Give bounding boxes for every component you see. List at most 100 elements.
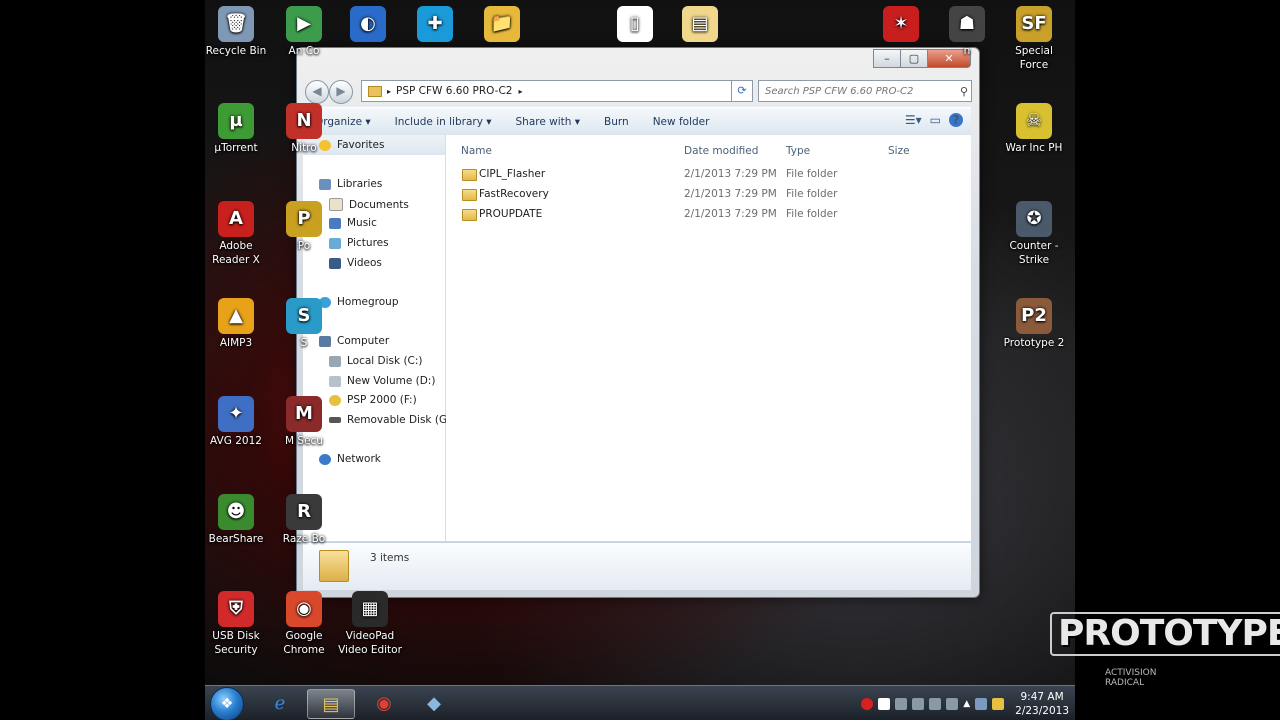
nav-network[interactable]: Network — [319, 453, 381, 465]
help-icon[interactable]: ? — [949, 113, 963, 127]
taskbar-app[interactable]: ◆ — [411, 689, 457, 717]
explorer-window[interactable]: – ▢ ✕ ◀ ▶ ▸ PSP CFW 6.60 PRO-C2 ▸ ▼ ⟳ ⚲ … — [296, 47, 980, 598]
flag-icon[interactable] — [992, 697, 1005, 710]
search-input[interactable] — [759, 84, 957, 98]
desktop-icon-col2-4[interactable]: M M Secu — [272, 396, 336, 448]
nav-pictures[interactable]: Pictures — [329, 237, 389, 249]
burn-button[interactable]: Burn — [592, 116, 641, 128]
start-button[interactable]: ❖ — [210, 687, 244, 720]
desktop-icon-col2-2[interactable]: P Po — [272, 201, 336, 253]
tray-icon[interactable] — [895, 697, 908, 710]
nav-music[interactable]: Music — [329, 217, 377, 229]
network-icon[interactable] — [975, 697, 988, 710]
desktop-icon-left-6[interactable]: ⛨ USB Disk Security — [204, 591, 268, 657]
nav-documents[interactable]: Documents — [329, 198, 409, 211]
desktop-icon-col2-5[interactable]: R Raze Bo — [272, 494, 336, 546]
desktop-icon-label: µTorrent — [214, 142, 258, 154]
column-header-name[interactable]: Name — [461, 145, 492, 157]
taskbar-internet-explorer[interactable]: ℯ — [257, 689, 303, 717]
nav-psp[interactable]: PSP 2000 (F:) — [329, 394, 417, 406]
desktop-icon-left-5[interactable]: ☻ BearShare — [204, 494, 268, 546]
clock-date: 2/23/2013 — [1015, 704, 1069, 717]
details-pane: 3 items — [303, 542, 971, 590]
app-icon: M — [286, 396, 322, 432]
desktop-icon-right-2[interactable]: ✪ Counter - Strike — [1002, 201, 1066, 267]
forward-button[interactable]: ▶ — [329, 80, 353, 104]
show-hidden-icons-icon[interactable]: ▲ — [963, 699, 970, 709]
desktop-icon-label: War Inc PH — [1005, 142, 1063, 154]
desktop-icon-top-0[interactable]: ✚ — [403, 6, 467, 44]
desktop-icon-col2-3[interactable]: SS — [272, 298, 336, 350]
app-icon: ✶ — [883, 6, 919, 42]
desktop-icon-label: Adobe Reader X — [212, 240, 260, 266]
desktop-icon-col2-0[interactable]: ▶ An Co — [272, 6, 336, 58]
include-in-library-button[interactable]: Include in library ▾ — [383, 116, 504, 128]
desktop-icon-col3-1[interactable]: ▦ VideoPad Video Editor — [338, 591, 402, 657]
nav-libraries[interactable]: Libraries — [319, 178, 382, 190]
nav-videos[interactable]: Videos — [329, 257, 382, 269]
glyph: R — [297, 501, 311, 522]
desktop-icon-label: Recycle Bin — [205, 45, 267, 57]
desktop-icon-label: Raze Bo — [282, 533, 326, 545]
desktop-icon-left-4[interactable]: ✦ AVG 2012 — [204, 396, 268, 448]
tray-icon[interactable] — [912, 697, 925, 710]
taskbar-explorer[interactable]: ▤ — [307, 689, 355, 719]
desktop-icon-right-1[interactable]: ☠ War Inc PH — [1002, 103, 1066, 155]
desktop-icon-left-3[interactable]: ▲ AIMP3 — [204, 298, 268, 350]
glyph: ▤ — [691, 13, 709, 34]
record-icon[interactable] — [861, 697, 874, 710]
desktop-icon-top-2[interactable]: ▯ — [603, 6, 667, 44]
desktop-icon-left-2[interactable]: A Adobe Reader X — [204, 201, 268, 267]
minimize-button[interactable]: – — [873, 49, 901, 68]
nav-new-volume[interactable]: New Volume (D:) — [329, 375, 435, 387]
desktop-icon-top-1[interactable]: 📁 — [470, 6, 534, 44]
share-with-button[interactable]: Share with ▾ — [504, 116, 593, 128]
glyph: ▦ — [361, 598, 379, 619]
refresh-button[interactable]: ⟳ — [731, 80, 753, 102]
desktop-icon-label: An Co — [288, 45, 320, 57]
app-icon: 📁 — [484, 6, 520, 42]
desktop-icon-topright-1[interactable]: ☗ n — [935, 6, 999, 58]
desktop-icon-right-0[interactable]: SF Special Force — [1002, 6, 1066, 72]
glyph: ⛨ — [229, 598, 243, 619]
desktop-icon-col2-1[interactable]: N Nitro — [272, 103, 336, 155]
maximize-button[interactable]: ▢ — [900, 49, 928, 68]
new-folder-button[interactable]: New folder — [641, 116, 722, 128]
address-bar[interactable]: ▸ PSP CFW 6.60 PRO-C2 ▸ ▼ — [361, 80, 753, 102]
app-icon: ☠ — [1016, 103, 1052, 139]
search-box[interactable]: ⚲ — [758, 80, 972, 102]
desktop-icon-left-0[interactable]: 🗑 Recycle Bin — [204, 6, 268, 58]
desktop-icon-label: VideoPad Video Editor — [338, 630, 402, 656]
address-path[interactable]: PSP CFW 6.60 PRO-C2 — [396, 85, 512, 97]
stop-icon[interactable] — [878, 697, 891, 710]
nav-local-disk[interactable]: Local Disk (C:) — [329, 355, 423, 367]
desktop-icon-left-1[interactable]: µ µTorrent — [204, 103, 268, 155]
glyph: P2 — [1021, 305, 1047, 326]
column-header-date[interactable]: Date modified — [684, 145, 758, 157]
view-options-icon[interactable]: ☰▾ — [905, 113, 922, 127]
file-row[interactable]: PROUPDATE 2/1/2013 7:29 PM File folder — [446, 205, 971, 225]
desktop-icon-col2-6[interactable]: ◉ Google Chrome — [272, 591, 336, 657]
preview-pane-icon[interactable]: ▭ — [930, 113, 941, 127]
desktop-icon-label: AIMP3 — [219, 337, 253, 349]
tray-icon[interactable] — [929, 697, 942, 710]
app-icon: N — [286, 103, 322, 139]
file-type: File folder — [786, 188, 838, 200]
file-row[interactable]: FastRecovery 2/1/2013 7:29 PM File folder — [446, 185, 971, 205]
app-icon: ☻ — [218, 494, 254, 530]
desktop-icon-col3-0[interactable]: ◐ — [336, 6, 400, 44]
desktop-icon-right-3[interactable]: P2 Prototype 2 — [1002, 298, 1066, 350]
app-icon: S — [286, 298, 322, 334]
desktop-icon-top-3[interactable]: ▤ — [668, 6, 732, 44]
back-button[interactable]: ◀ — [305, 80, 329, 104]
file-row[interactable]: CIPL_Flasher 2/1/2013 7:29 PM File folder — [446, 165, 971, 185]
tray-icon[interactable] — [946, 697, 959, 710]
glyph: ☠ — [1025, 110, 1043, 131]
taskbar-chrome[interactable]: ◉ — [361, 689, 407, 717]
column-header-size[interactable]: Size — [888, 145, 910, 157]
search-icon[interactable]: ⚲ — [957, 85, 971, 98]
column-header-type[interactable]: Type — [786, 145, 810, 157]
desktop-icon-topright-0[interactable]: ✶ — [869, 6, 933, 44]
nav-removable[interactable]: Removable Disk (G:) — [329, 414, 455, 426]
clock[interactable]: 9:47 AM 2/23/2013 — [1015, 690, 1069, 718]
